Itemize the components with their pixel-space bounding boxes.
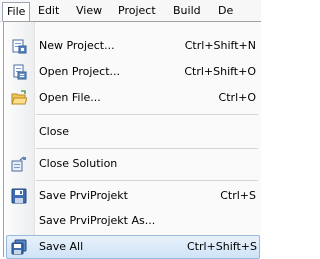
menu-item-label: Save PrviProjekt — [39, 189, 128, 202]
menu-item-new-project[interactable]: New Project... Ctrl+Shift+N — [6, 34, 260, 58]
menu-project[interactable]: Project — [114, 3, 160, 19]
menu-item-open-file[interactable]: Open File... Ctrl+O — [6, 86, 260, 110]
menu-item-shortcut: Ctrl+Shift+N — [184, 39, 256, 52]
menu-item-label: Close — [39, 125, 69, 138]
menu-separator — [36, 148, 258, 149]
file-menu-dropdown: New Project... Ctrl+Shift+N Open Project… — [3, 21, 261, 259]
open-project-icon — [13, 64, 27, 80]
menu-separator — [36, 180, 258, 181]
menu-debug[interactable]: De — [214, 3, 237, 19]
menu-item-save-all[interactable]: Save All Ctrl+Shift+S — [6, 235, 260, 259]
open-folder-icon — [11, 90, 27, 105]
menu-item-save-as[interactable]: Save PrviProjekt As... — [6, 209, 260, 233]
menu-build[interactable]: Build — [169, 3, 205, 19]
menu-item-close[interactable]: Close — [6, 120, 260, 144]
menu-edit[interactable]: Edit — [34, 3, 63, 19]
menu-bar: File Edit View Project Build De — [0, 0, 261, 22]
menu-separator — [36, 114, 258, 115]
menu-item-label: Open Project... — [39, 65, 121, 78]
menu-item-label: Save All — [39, 240, 84, 253]
close-solution-icon — [11, 156, 26, 172]
new-project-icon — [12, 39, 27, 54]
menu-item-label: Open File... — [39, 91, 101, 104]
menu-file[interactable]: File — [2, 2, 31, 21]
menu-item-label: Save PrviProjekt As... — [39, 214, 156, 227]
menu-item-close-solution[interactable]: Close Solution — [6, 152, 260, 176]
menu-item-shortcut: Ctrl+Shift+O — [184, 65, 256, 78]
menu-item-shortcut: Ctrl+S — [220, 189, 256, 202]
menu-item-shortcut: Ctrl+Shift+S — [187, 240, 257, 253]
save-icon — [11, 188, 27, 204]
menu-item-label: Close Solution — [39, 157, 118, 170]
menu-view[interactable]: View — [72, 3, 106, 19]
menu-item-open-project[interactable]: Open Project... Ctrl+Shift+O — [6, 60, 260, 84]
menu-item-save[interactable]: Save PrviProjekt Ctrl+S — [6, 184, 260, 208]
menu-item-label: New Project... — [39, 39, 115, 52]
save-all-icon — [11, 239, 27, 255]
menu-item-shortcut: Ctrl+O — [218, 91, 256, 104]
